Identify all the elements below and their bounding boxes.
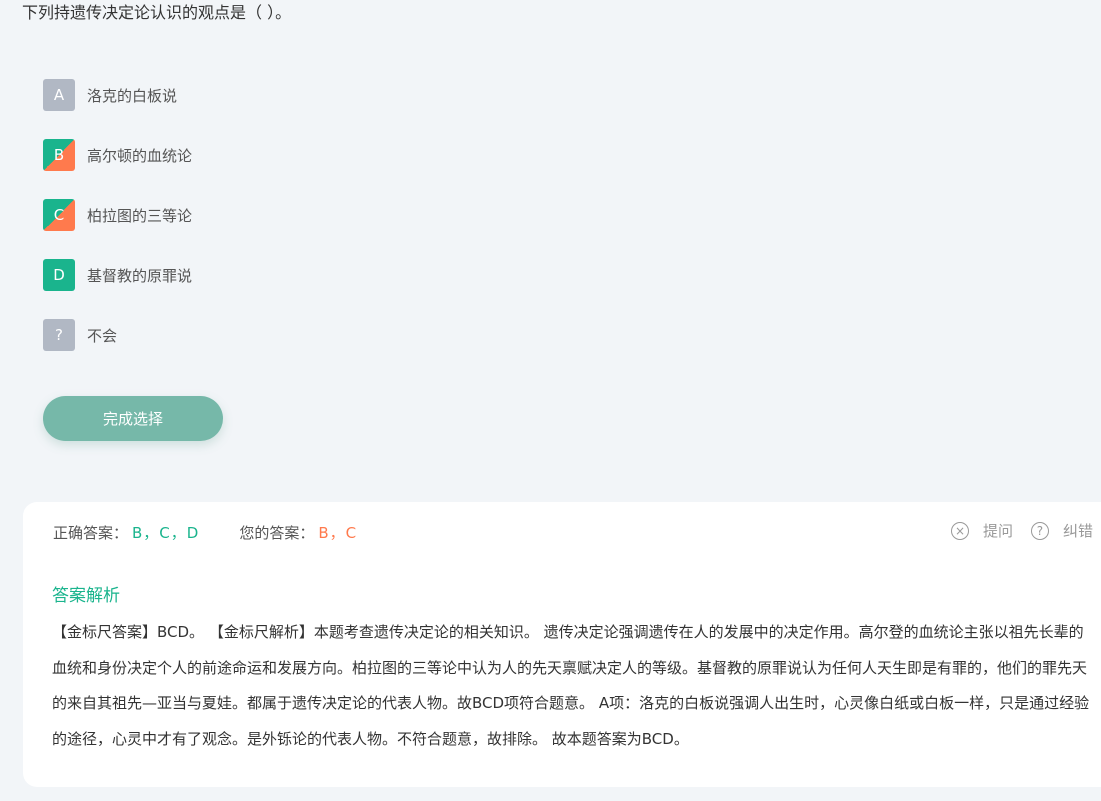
option-b-label: 高尔顿的血统论 [87,146,193,165]
option-unknown[interactable]: ? 不会 [43,319,117,351]
option-c[interactable]: C 柏拉图的三等论 [43,199,192,231]
close-circle-icon: × [950,521,969,540]
user-answer-value: B，C [318,524,358,542]
option-d-label: 基督教的原罪说 [87,266,193,285]
option-a-label: 洛克的白板说 [87,86,178,105]
option-a[interactable]: A 洛克的白板说 [43,79,177,111]
report-error-button[interactable]: ? 纠错 [1030,520,1093,541]
option-d-badge: D [43,259,75,291]
option-a-badge: A [43,79,75,111]
user-answer-label: 您的答案： [239,524,315,542]
card-actions: × 提问 ? 纠错 [933,520,1093,541]
analysis-title: 答案解析 [52,586,120,606]
quiz-page: 下列持遗传决定论认识的观点是（ ）。 A 洛克的白板说 B 高尔顿的血统论 C … [0,0,1101,801]
result-card: 正确答案： B，C，D 您的答案： B，C × 提问 ? 纠错 答案解析 【金标… [23,502,1101,787]
correct-answer-value: B，C，D [132,524,200,542]
ask-question-label: 提问 [982,522,1013,540]
finish-selection-button[interactable]: 完成选择 [43,396,223,441]
option-d[interactable]: D 基督教的原罪说 [43,259,192,291]
option-unknown-badge: ? [43,319,75,351]
correct-answer-label: 正确答案： [53,524,129,542]
option-c-label: 柏拉图的三等论 [87,206,193,225]
option-b-badge: B [43,139,75,171]
option-unknown-label: 不会 [87,326,118,345]
question-circle-icon: ? [1030,521,1049,540]
answer-summary: 正确答案： B，C，D 您的答案： B，C [53,522,357,543]
ask-question-button[interactable]: × 提问 [950,520,1013,541]
question-text: 下列持遗传决定论认识的观点是（ ）。 [22,3,292,22]
report-error-label: 纠错 [1062,522,1093,540]
option-c-badge: C [43,199,75,231]
option-b[interactable]: B 高尔顿的血统论 [43,139,192,171]
analysis-body: 【金标尺答案】BCD。 【金标尺解析】本题考查遗传决定论的相关知识。 遗传决定论… [52,623,1090,748]
